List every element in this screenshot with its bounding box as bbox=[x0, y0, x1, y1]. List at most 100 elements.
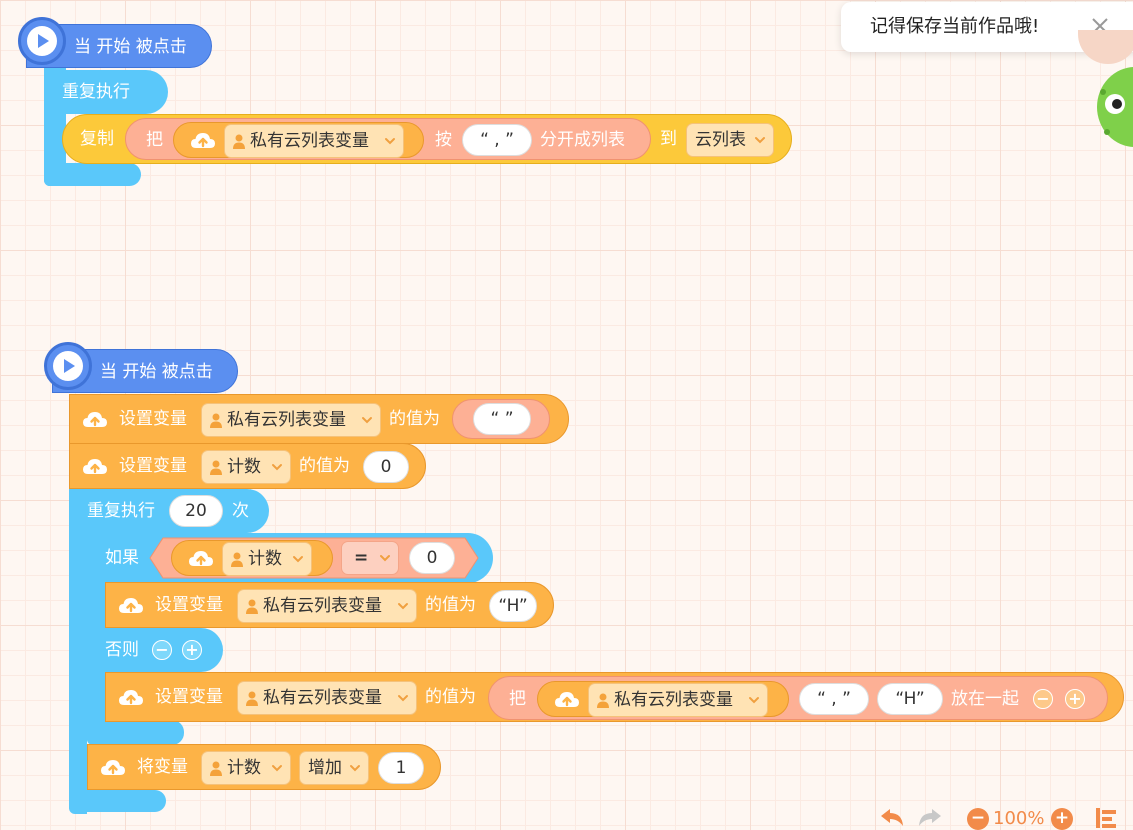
person-icon bbox=[596, 692, 610, 708]
repeat-arm bbox=[69, 489, 87, 814]
redo-icon[interactable] bbox=[916, 806, 944, 828]
chevron-down-icon bbox=[379, 553, 391, 563]
play-icon bbox=[44, 342, 92, 390]
operation-dropdown[interactable]: 增加 bbox=[299, 751, 369, 785]
string-input[interactable]: “ ” bbox=[473, 403, 531, 435]
join-value-input[interactable]: “H” bbox=[877, 683, 943, 715]
forever-block[interactable]: 重复执行 bbox=[44, 70, 168, 114]
hat-label: 当 开始 被点击 bbox=[74, 37, 187, 57]
variable-name: 私有云列表变量 bbox=[250, 131, 369, 151]
cloud-upload-icon bbox=[118, 595, 144, 617]
set-variable-label: 设置变量 bbox=[119, 409, 187, 429]
split-into-label: 分开成列表 bbox=[540, 130, 625, 150]
operation-value: 增加 bbox=[308, 758, 342, 778]
value-label: 的值为 bbox=[389, 409, 440, 429]
variable-dropdown[interactable]: 计数 bbox=[222, 542, 312, 576]
set-variable-block[interactable]: 设置变量 私有云列表变量 的值为 “H” bbox=[105, 582, 554, 628]
variable-name: 计数 bbox=[248, 549, 282, 569]
variable-dropdown[interactable]: 私有云列表变量 bbox=[224, 124, 404, 158]
person-icon bbox=[245, 690, 259, 706]
person-icon bbox=[209, 459, 223, 475]
set-variable-block[interactable]: 设置变量 计数 的值为 0 bbox=[69, 443, 426, 489]
set-variable-block[interactable]: 设置变量 私有云列表变量 的值为 “ ” bbox=[69, 394, 569, 444]
chevron-down-icon bbox=[754, 135, 766, 145]
cloud-upload-icon bbox=[554, 689, 580, 711]
variable-name: 私有云列表变量 bbox=[227, 410, 346, 430]
add-branch-button[interactable]: + bbox=[182, 640, 202, 660]
set-variable-label: 设置变量 bbox=[119, 456, 187, 476]
else-label: 否则 bbox=[105, 640, 139, 660]
copy-list-block[interactable]: 复制 把 私有云列表变量 按 “ , ” 分开成列表 到 云列表 bbox=[62, 114, 792, 164]
separator-input[interactable]: “ , ” bbox=[462, 124, 532, 156]
copy-label: 复制 bbox=[80, 129, 114, 149]
cloud-variable-reporter[interactable]: 私有云列表变量 bbox=[537, 681, 789, 717]
target-list-dropdown[interactable]: 云列表 bbox=[686, 123, 774, 157]
chevron-down-icon bbox=[349, 763, 361, 773]
if-foot bbox=[87, 720, 184, 745]
change-variable-label: 将变量 bbox=[137, 757, 188, 777]
variable-dropdown[interactable]: 私有云列表变量 bbox=[237, 589, 417, 623]
change-amount-input[interactable]: 1 bbox=[378, 752, 424, 784]
chevron-down-icon bbox=[397, 693, 409, 703]
repeat-block[interactable]: 重复执行 20 次 bbox=[69, 489, 269, 533]
chevron-down-icon bbox=[397, 601, 409, 611]
chevron-down-icon bbox=[271, 462, 283, 472]
chevron-down-icon bbox=[384, 136, 396, 146]
value-input[interactable]: 0 bbox=[363, 451, 409, 483]
add-item-button[interactable]: + bbox=[1065, 689, 1085, 709]
chevron-down-icon bbox=[271, 763, 283, 773]
remove-branch-button[interactable]: − bbox=[152, 640, 172, 660]
mascot-icon bbox=[1097, 67, 1133, 147]
variable-name: 私有云列表变量 bbox=[263, 688, 382, 708]
undo-icon[interactable] bbox=[878, 806, 906, 828]
variable-name: 计数 bbox=[227, 457, 261, 477]
loop-foot bbox=[44, 163, 141, 186]
forever-label: 重复执行 bbox=[62, 82, 130, 102]
set-variable-label: 设置变量 bbox=[155, 687, 223, 707]
variable-dropdown[interactable]: 计数 bbox=[201, 450, 291, 484]
join-reporter[interactable]: 把 私有云列表变量 “ , ” “H” 放在一起 − + bbox=[488, 676, 1108, 720]
variable-name: 私有云列表变量 bbox=[614, 690, 733, 710]
value-input[interactable]: “H” bbox=[489, 590, 537, 622]
to-label: 到 bbox=[660, 129, 677, 149]
join-separator-input[interactable]: “ , ” bbox=[799, 683, 869, 715]
if-else-block[interactable]: 如果 计数 = 0 bbox=[87, 533, 493, 583]
split-by-label: 按 bbox=[435, 130, 452, 150]
repeat-label: 重复执行 bbox=[87, 501, 155, 521]
value-label: 的值为 bbox=[425, 595, 476, 615]
variable-dropdown[interactable]: 私有云列表变量 bbox=[588, 683, 768, 717]
cloud-variable-reporter[interactable]: 私有云列表变量 bbox=[173, 122, 424, 158]
chevron-down-icon bbox=[361, 415, 373, 425]
compare-value-input[interactable]: 0 bbox=[409, 542, 455, 574]
split-ba-label: 把 bbox=[146, 130, 163, 150]
toast-message: 记得保存当前作品哦! bbox=[870, 16, 1040, 37]
set-variable-block[interactable]: 设置变量 私有云列表变量 的值为 把 私有云列表变量 “ , ” “H” 放在一… bbox=[105, 672, 1124, 722]
change-variable-block[interactable]: 将变量 计数 增加 1 bbox=[87, 744, 441, 790]
person-icon bbox=[245, 598, 259, 614]
operator-dropdown[interactable]: = bbox=[341, 541, 399, 575]
variable-dropdown[interactable]: 计数 bbox=[201, 751, 291, 785]
split-to-list-reporter[interactable]: 把 私有云列表变量 按 “ , ” 分开成列表 bbox=[125, 118, 651, 160]
variable-name: 计数 bbox=[227, 758, 261, 778]
repeat-foot bbox=[69, 790, 166, 812]
string-reporter[interactable]: “ ” bbox=[452, 399, 550, 439]
cloud-upload-icon bbox=[118, 687, 144, 709]
variable-dropdown[interactable]: 私有云列表变量 bbox=[237, 681, 417, 715]
repeat-count-input[interactable]: 20 bbox=[169, 495, 223, 527]
remove-item-button[interactable]: − bbox=[1033, 689, 1053, 709]
join-ba-label: 把 bbox=[509, 689, 526, 709]
variable-dropdown[interactable]: 私有云列表变量 bbox=[201, 403, 381, 437]
person-icon bbox=[232, 133, 246, 149]
else-row: 否则 − + bbox=[87, 628, 223, 672]
value-label: 的值为 bbox=[299, 456, 350, 476]
if-label: 如果 bbox=[105, 548, 139, 568]
cloud-variable-reporter[interactable]: 计数 bbox=[171, 540, 333, 576]
person-icon bbox=[230, 551, 244, 567]
operator-value: = bbox=[354, 548, 369, 568]
variable-name: 私有云列表变量 bbox=[263, 596, 382, 616]
align-blocks-icon[interactable] bbox=[1094, 807, 1118, 829]
play-icon bbox=[18, 17, 66, 65]
hat-label: 当 开始 被点击 bbox=[100, 362, 213, 382]
cloud-upload-icon bbox=[188, 548, 214, 570]
avatar-bubble bbox=[1078, 30, 1133, 64]
